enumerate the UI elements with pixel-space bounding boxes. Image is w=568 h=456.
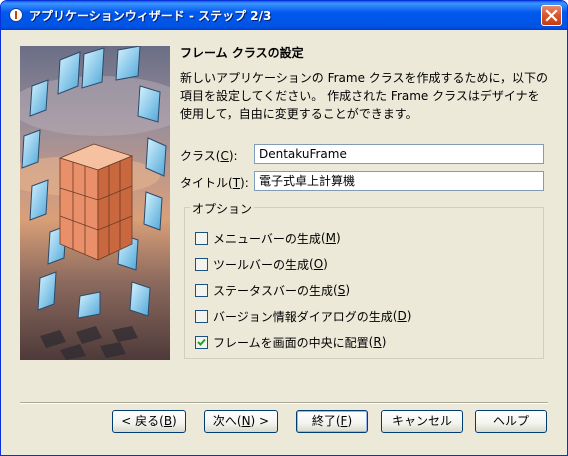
- option-center-frame[interactable]: フレームを画面の中央に配置(R): [195, 334, 386, 350]
- next-button[interactable]: 次へ(N) >: [204, 410, 278, 433]
- close-button[interactable]: [541, 5, 562, 26]
- dialog-body: フレーム クラスの設定 新しいアプリケーションの Frame クラスを作成するた…: [4, 30, 564, 452]
- description-line: 使用して，自由に変更することができます。: [180, 107, 418, 121]
- option-about-dialog[interactable]: バージョン情報ダイアログの生成(D): [195, 308, 411, 324]
- app-icon: [9, 8, 23, 22]
- checkbox[interactable]: [195, 309, 208, 323]
- back-button[interactable]: < 戻る(B): [112, 410, 186, 433]
- wizard-window: アプリケーションウィザード - ステップ 2/3 フレーム クラスの設定 新しい…: [0, 0, 568, 456]
- checkbox-checked[interactable]: [195, 335, 208, 349]
- page-description: 新しいアプリケーションの Frame クラスを作成するために，以下の 項目を設定…: [180, 69, 550, 123]
- option-menubar[interactable]: メニューバーの生成(M): [195, 230, 341, 246]
- option-statusbar[interactable]: ステータスバーの生成(S): [195, 282, 350, 298]
- finish-button[interactable]: 終了(F): [296, 410, 368, 433]
- window-title: アプリケーションウィザード - ステップ 2/3: [29, 9, 272, 23]
- check-icon: [197, 338, 206, 346]
- page-heading: フレーム クラスの設定: [180, 46, 304, 60]
- option-toolbar[interactable]: ツールバーの生成(O): [195, 256, 328, 272]
- class-label: クラス(C):: [180, 149, 238, 163]
- checkbox[interactable]: [195, 257, 208, 271]
- separator: [20, 402, 548, 404]
- close-icon: [545, 9, 558, 22]
- class-name-input[interactable]: DentakuFrame: [254, 144, 544, 164]
- wizard-illustration: [20, 46, 170, 360]
- title-bar[interactable]: アプリケーションウィザード - ステップ 2/3: [1, 1, 567, 30]
- checkbox[interactable]: [195, 283, 208, 297]
- frame-title-input[interactable]: 電子式卓上計算機: [254, 171, 544, 191]
- title-label: タイトル(T):: [180, 176, 249, 190]
- help-button[interactable]: ヘルプ: [475, 410, 547, 433]
- description-line: 新しいアプリケーションの Frame クラスを作成するために，以下の: [180, 71, 548, 85]
- cancel-button[interactable]: キャンセル: [381, 410, 463, 433]
- options-legend: オプション: [190, 200, 255, 217]
- description-line: 項目を設定してください。 作成された Frame クラスはデザイナを: [180, 89, 540, 103]
- checkbox[interactable]: [195, 231, 208, 245]
